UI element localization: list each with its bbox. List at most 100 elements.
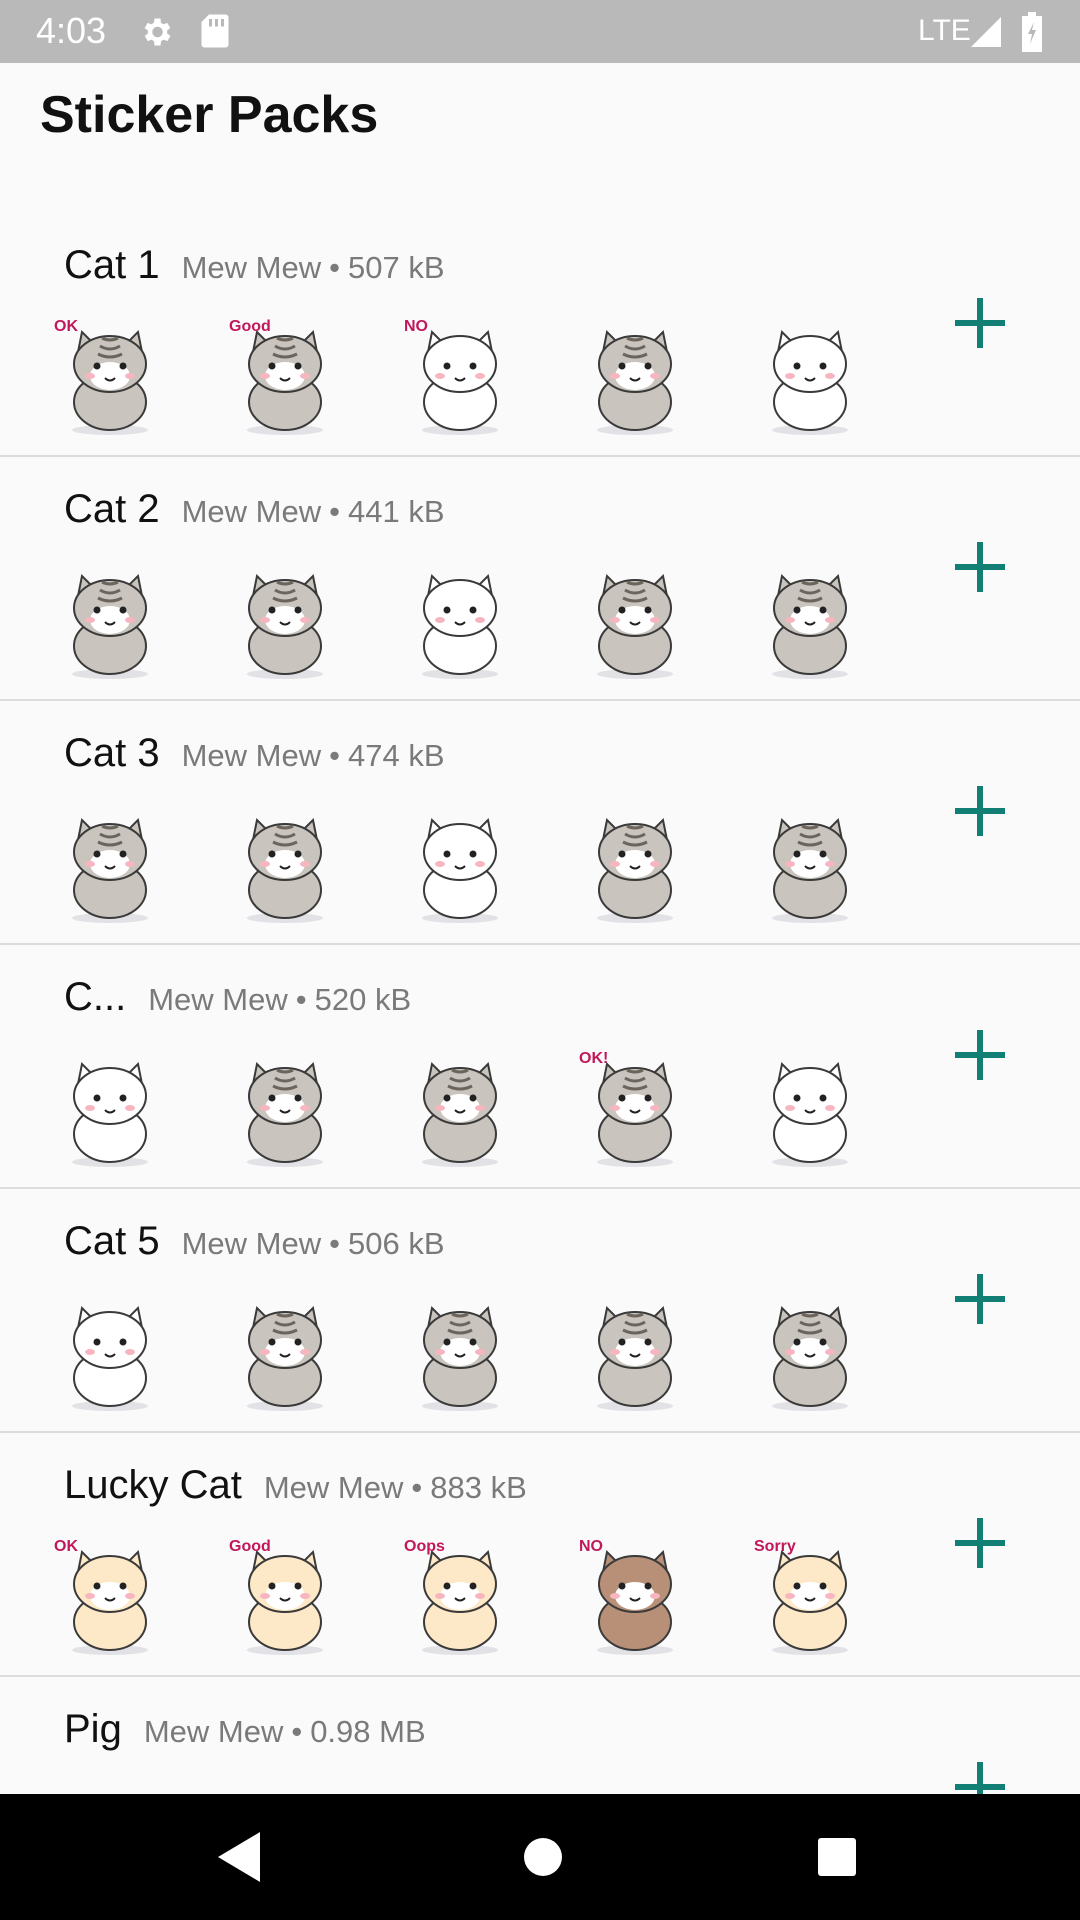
sticker-pack-list[interactable]: Cat 1 Mew Mew • 507 kB OK Good NO Cat 2 Mew Mew •… (0, 213, 1080, 1794)
sticker-thumbnail: OK (50, 1538, 170, 1658)
add-pack-button[interactable] (950, 1757, 1010, 1794)
sticker-thumbnail: Sorry (750, 1538, 870, 1658)
add-pack-button[interactable] (950, 1513, 1010, 1573)
sticker-thumbnail (50, 806, 170, 926)
pack-name: Lucky Cat (64, 1463, 242, 1507)
sticker-thumbnail (575, 318, 695, 438)
sticker-thumbnail (750, 806, 870, 926)
sticker-thumbnail (750, 562, 870, 682)
separator-dot: • (295, 982, 307, 1017)
pack-header: C... Mew Mew • 520 kB (64, 975, 411, 1031)
pack-name: Cat 5 (64, 1219, 160, 1263)
pack-size: 883 kB (430, 1470, 527, 1505)
gear-icon (144, 18, 171, 46)
sticker-thumbnail (50, 562, 170, 682)
sticker-pack-row[interactable]: Pig Mew Mew • 0.98 MB (0, 1677, 1080, 1794)
sticker-thumbnail: OK (50, 318, 170, 438)
add-pack-button[interactable] (950, 1269, 1010, 1329)
pack-meta: Mew Mew • 520 kB (148, 982, 411, 1018)
sticker-thumbnail (225, 1050, 345, 1170)
sticker-caption: OK (54, 1538, 78, 1555)
status-time: 4:03 (36, 10, 107, 51)
sticker-thumbnail (400, 1050, 520, 1170)
back-icon[interactable] (214, 1830, 264, 1884)
add-pack-button[interactable] (950, 1025, 1010, 1085)
separator-dot: • (411, 1470, 423, 1505)
separator-dot: • (329, 1226, 340, 1261)
navigation-bar (0, 1794, 1080, 1920)
sticker-thumbnail (400, 806, 520, 926)
pack-meta: Mew Mew • 441 kB (182, 494, 445, 530)
pack-meta: Mew Mew • 507 kB (182, 250, 445, 286)
pack-size: 506 kB (347, 1226, 445, 1261)
pack-meta: Mew Mew • 474 kB (182, 738, 445, 774)
pack-size: 0.98 MB (310, 1714, 426, 1749)
pack-publisher: Mew Mew (181, 738, 322, 773)
sticker-thumbnail: NO (575, 1538, 695, 1658)
pack-size: 507 kB (347, 250, 445, 285)
sticker-previews (50, 806, 925, 926)
recents-icon[interactable] (816, 1836, 858, 1878)
pack-header: Cat 1 Mew Mew • 507 kB (64, 243, 445, 299)
sticker-thumbnail (575, 1294, 695, 1414)
sticker-pack-row[interactable]: Cat 2 Mew Mew • 441 kB (0, 457, 1080, 701)
sticker-previews (50, 562, 925, 682)
sticker-thumbnail (575, 562, 695, 682)
pack-header: Lucky Cat Mew Mew • 883 kB (64, 1463, 527, 1519)
separator-dot: • (329, 250, 340, 285)
add-pack-button[interactable] (950, 781, 1010, 841)
sticker-thumbnail (225, 1294, 345, 1414)
sticker-thumbnail: NO (400, 318, 520, 438)
pack-size: 520 kB (314, 982, 412, 1017)
sticker-thumbnail (400, 1294, 520, 1414)
separator-dot: • (329, 494, 340, 529)
network-type: LTE (918, 14, 971, 47)
sticker-previews (50, 1294, 925, 1414)
sticker-thumbnail (400, 562, 520, 682)
app-bar: Sticker Packs (0, 63, 1080, 213)
pack-meta: Mew Mew • 883 kB (264, 1470, 527, 1506)
pack-name: Pig (64, 1707, 122, 1751)
sd-card-icon (201, 14, 229, 48)
pack-publisher: Mew Mew (181, 494, 322, 529)
pack-header: Pig Mew Mew • 0.98 MB (64, 1707, 426, 1763)
sticker-pack-row[interactable]: Cat 3 Mew Mew • 474 kB (0, 701, 1080, 945)
sticker-thumbnail (750, 1294, 870, 1414)
battery-icon (1022, 12, 1042, 52)
sticker-pack-row[interactable]: Cat 1 Mew Mew • 507 kB OK Good NO (0, 213, 1080, 457)
sticker-caption: Oops (404, 1538, 445, 1555)
sticker-thumbnail (50, 1294, 170, 1414)
pack-publisher: Mew Mew (181, 1226, 322, 1261)
sticker-pack-row[interactable]: Lucky Cat Mew Mew • 883 kB OK Good Oops NO Sorry (0, 1433, 1080, 1677)
pack-name: C... (64, 975, 127, 1019)
separator-dot: • (329, 738, 340, 773)
pack-size: 441 kB (347, 494, 445, 529)
pack-meta: Mew Mew • 506 kB (182, 1226, 445, 1262)
add-pack-button[interactable] (950, 293, 1010, 353)
sticker-caption: OK! (579, 1050, 609, 1067)
pack-meta: Mew Mew • 0.98 MB (144, 1714, 426, 1750)
sticker-thumbnail: Good (225, 318, 345, 438)
sticker-caption: NO (579, 1538, 603, 1555)
sticker-caption: Good (229, 318, 271, 335)
pack-header: Cat 3 Mew Mew • 474 kB (64, 731, 445, 787)
sticker-caption: Sorry (754, 1538, 796, 1555)
add-pack-button[interactable] (950, 537, 1010, 597)
sticker-thumbnail (225, 562, 345, 682)
pack-header: Cat 2 Mew Mew • 441 kB (64, 487, 445, 543)
pack-publisher: Mew Mew (263, 1470, 404, 1505)
pack-name: Cat 3 (64, 731, 160, 775)
sticker-previews: OK Good NO (50, 318, 925, 438)
status-bar: 4:03 LTE (0, 0, 1080, 63)
home-icon[interactable] (520, 1834, 566, 1880)
sticker-caption: Good (229, 1538, 271, 1555)
sticker-pack-row[interactable]: Cat 5 Mew Mew • 506 kB (0, 1189, 1080, 1433)
sticker-previews: OK Good Oops NO Sorry (50, 1538, 925, 1658)
pack-publisher: Mew Mew (181, 250, 322, 285)
pack-size: 474 kB (347, 738, 445, 773)
sticker-thumbnail: OK! (575, 1050, 695, 1170)
pack-header: Cat 5 Mew Mew • 506 kB (64, 1219, 445, 1275)
sticker-thumbnail: Oops (400, 1538, 520, 1658)
sticker-pack-row[interactable]: C... Mew Mew • 520 kB OK! (0, 945, 1080, 1189)
sticker-thumbnail (750, 318, 870, 438)
